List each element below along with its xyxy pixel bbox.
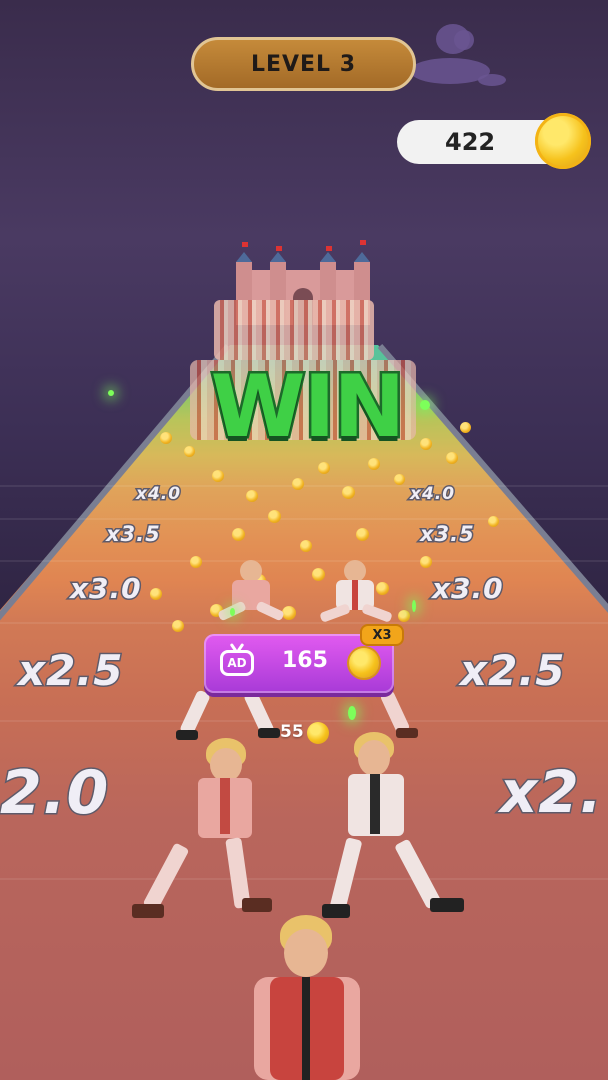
sparkle	[230, 608, 235, 616]
runner-leg	[319, 603, 351, 623]
win-banner: WIN	[207, 355, 408, 460]
track-band	[0, 622, 608, 624]
tv-ad-icon: AD	[220, 650, 254, 676]
sparkle	[108, 390, 114, 396]
multiplier-label: x3.5	[105, 521, 162, 548]
bonus-multiplier-badge: X3	[360, 624, 404, 646]
coin-icon	[460, 422, 471, 433]
runner-head	[284, 929, 328, 977]
coin-icon	[368, 458, 380, 470]
runner-shoe	[430, 898, 464, 912]
multiplier-label: x2.5	[459, 645, 566, 697]
runner-tie	[302, 977, 310, 1080]
ad-label: AD	[227, 656, 247, 670]
level-label: LEVEL 3	[250, 51, 357, 77]
coin-icon	[212, 470, 224, 482]
coin-icon	[232, 528, 245, 541]
multiplier-label: x3.0	[431, 571, 505, 607]
multiplier-label: x2.5	[17, 645, 124, 697]
track-band	[0, 878, 608, 880]
sparkle	[412, 600, 416, 612]
coin-icon	[190, 556, 202, 568]
multiplier-label: x4.0	[408, 483, 456, 506]
coin-icon	[184, 446, 195, 457]
castle-roof	[320, 252, 336, 262]
multiplier-label: x3.5	[419, 521, 476, 548]
runner	[130, 738, 280, 923]
track-band	[0, 518, 608, 520]
castle-roof	[236, 252, 252, 262]
runner-leg	[329, 837, 363, 911]
runner-leg	[361, 603, 393, 623]
coin-icon	[150, 588, 162, 600]
coin-icon	[535, 113, 591, 169]
track-band	[0, 720, 608, 722]
coin-icon	[160, 432, 172, 444]
coin-icon	[394, 474, 405, 485]
multiplier-label: 2.0	[0, 757, 110, 830]
sparkle	[348, 706, 356, 720]
coin-icon	[318, 462, 330, 474]
coin-icon	[292, 478, 304, 490]
coin-icon	[342, 486, 355, 499]
coin-icon	[420, 556, 432, 568]
runner-shoe	[242, 898, 272, 912]
runner-vest	[352, 580, 358, 610]
runner	[214, 300, 374, 360]
cloud	[454, 30, 474, 50]
track-band	[0, 485, 608, 487]
coin-icon	[446, 452, 458, 464]
lead-runner	[240, 915, 370, 1080]
runner-shoe	[132, 904, 164, 918]
level-indicator: LEVEL 3	[191, 37, 416, 91]
base-reward-button[interactable]: 55	[280, 722, 304, 742]
runner-shoe	[258, 728, 280, 738]
castle-flag	[276, 246, 282, 251]
runner-head	[210, 748, 242, 782]
cloud	[478, 74, 506, 86]
runner-vest	[220, 778, 230, 834]
coin-count: 422	[445, 128, 496, 156]
coin-icon	[398, 610, 410, 622]
sparkle	[420, 400, 430, 410]
runner-head	[240, 560, 262, 582]
runner-leg	[255, 600, 285, 622]
multiplier-label: x3.0	[69, 571, 143, 607]
coin-icon	[420, 438, 432, 450]
coin-icon	[246, 490, 258, 502]
runner	[210, 560, 290, 635]
ad-reward-value: 165	[282, 648, 328, 673]
coin-icon	[300, 540, 312, 552]
runner-vest	[370, 774, 380, 834]
coin-icon	[488, 516, 499, 527]
multiplier-label: x4.0	[134, 483, 182, 506]
castle-flag	[326, 246, 332, 251]
runner-leg	[142, 842, 190, 912]
runner	[322, 732, 472, 922]
track-band	[0, 560, 608, 562]
coin-icon	[172, 620, 184, 632]
castle-roof	[270, 252, 286, 262]
castle-roof	[354, 252, 370, 262]
bonus-badge-label: X3	[372, 627, 392, 643]
runner-head	[358, 740, 390, 776]
runner-head	[344, 560, 366, 582]
coin-icon	[349, 648, 379, 678]
coin-icon	[268, 510, 281, 523]
coin-icon	[356, 528, 369, 541]
castle-flag	[242, 242, 248, 247]
coin-icon	[307, 722, 329, 744]
castle-flag	[360, 240, 366, 245]
multiplier-label: x2.	[499, 757, 604, 828]
